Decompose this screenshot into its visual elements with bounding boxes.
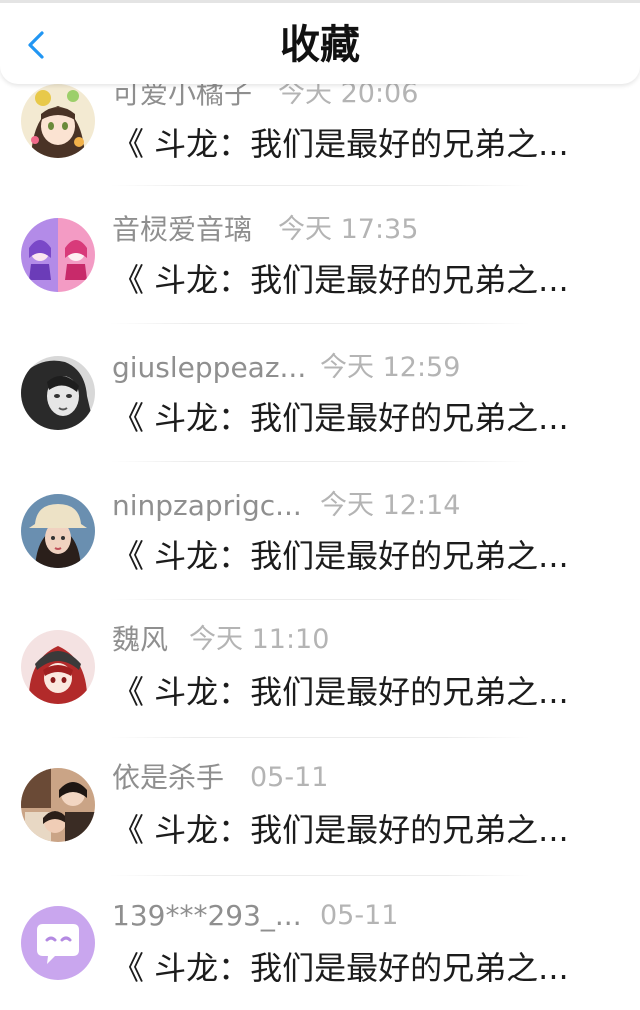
favorite-title[interactable]: 《 斗龙：我们是最好的兄弟之... [112, 810, 587, 850]
red-hair-anime-avatar[interactable] [21, 630, 95, 704]
header-bar: 收藏 [0, 0, 640, 84]
timestamp: 今天 11:10 [189, 624, 330, 655]
favorite-title[interactable]: 《 斗龙：我们是最好的兄弟之... [112, 948, 587, 988]
favorites-page: 可爱小橘子 今天 20:06 《 斗龙：我们是最好的兄弟之... 音棂爱音璃 今… [0, 0, 640, 1010]
list-item[interactable]: 音棂爱音璃 今天 17:35 《 斗龙：我们是最好的兄弟之... [0, 186, 640, 324]
grayscale-photo-avatar[interactable] [21, 356, 95, 430]
timestamp: 今天 12:59 [320, 352, 461, 383]
anime-duo-avatar[interactable] [21, 218, 95, 292]
bucket-hat-photo-avatar[interactable] [21, 494, 95, 568]
username[interactable]: ninpzaprigc... [112, 488, 302, 524]
timestamp: 05-11 [250, 762, 329, 793]
username[interactable]: giusleppeaz... [112, 350, 306, 386]
group-photo-avatar[interactable] [21, 768, 95, 842]
list-item[interactable]: 139***293_... 05-11 《 斗龙：我们是最好的兄弟之... [0, 876, 640, 1010]
favorite-title[interactable]: 《 斗龙：我们是最好的兄弟之... [112, 672, 587, 712]
username[interactable]: 音棂爱音璃 [112, 212, 252, 248]
favorite-title[interactable]: 《 斗龙：我们是最好的兄弟之... [112, 536, 587, 576]
username[interactable]: 魏风 [112, 622, 168, 658]
list-item[interactable]: 魏风 今天 11:10 《 斗龙：我们是最好的兄弟之... [0, 600, 640, 738]
default-chat-avatar[interactable] [21, 906, 95, 980]
favorite-title[interactable]: 《 斗龙：我们是最好的兄弟之... [112, 260, 587, 300]
username[interactable]: 139***293_... [112, 898, 302, 934]
list-item[interactable]: giusleppeaz... 今天 12:59 《 斗龙：我们是最好的兄弟之..… [0, 324, 640, 462]
timestamp: 今天 17:35 [278, 214, 419, 245]
page-title: 收藏 [280, 22, 360, 68]
list-item[interactable]: ninpzaprigc... 今天 12:14 《 斗龙：我们是最好的兄弟之..… [0, 462, 640, 600]
favorite-title[interactable]: 《 斗龙：我们是最好的兄弟之... [112, 398, 587, 438]
timestamp: 05-11 [320, 900, 399, 931]
timestamp: 今天 12:14 [320, 490, 461, 521]
favorite-title[interactable]: 《 斗龙：我们是最好的兄弟之... [112, 124, 587, 164]
list-item[interactable]: 依是杀手 05-11 《 斗龙：我们是最好的兄弟之... [0, 738, 640, 876]
username[interactable]: 依是杀手 [112, 760, 224, 796]
anime-girl-avatar[interactable] [21, 84, 95, 158]
